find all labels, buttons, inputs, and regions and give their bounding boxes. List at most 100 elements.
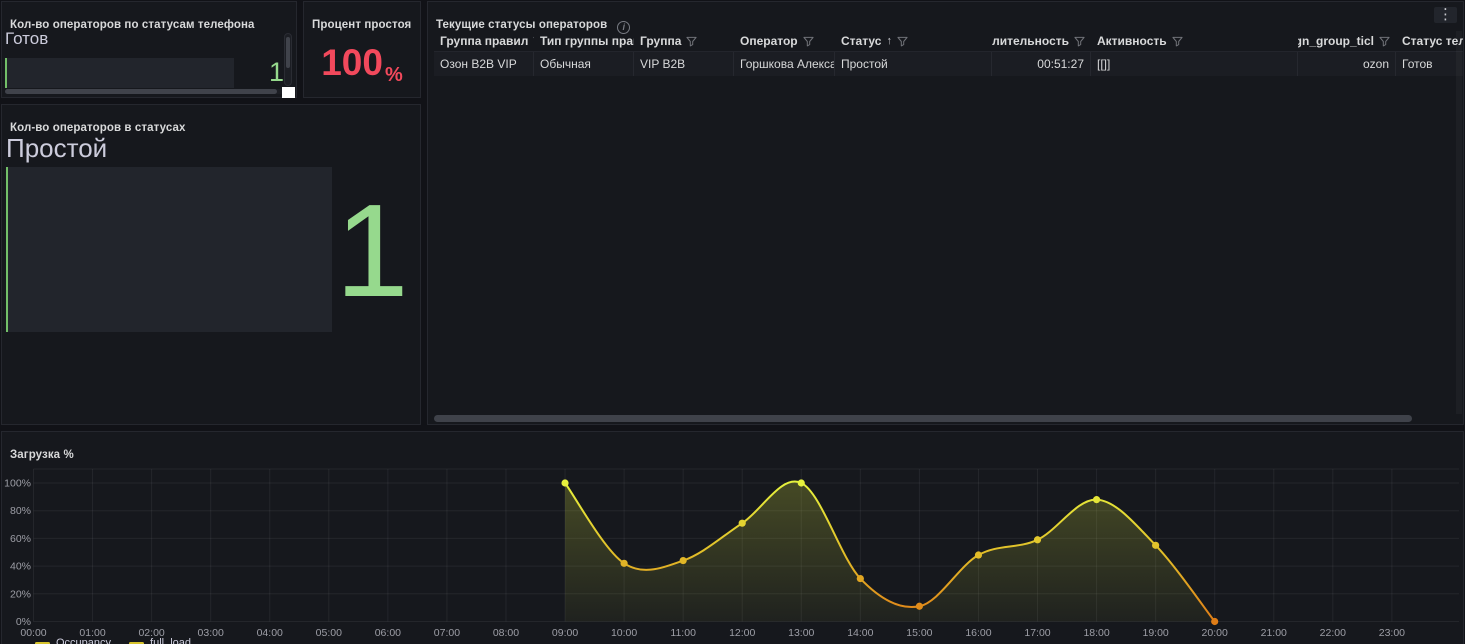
vertical-scrollbar[interactable]	[284, 33, 292, 86]
data-point-11:00[interactable]	[680, 557, 687, 564]
table-cell: [[]]	[1091, 52, 1298, 76]
legend-label: Occupancy	[56, 637, 111, 644]
x-tick-label: 22:00	[1320, 627, 1346, 639]
column-header-label: Статус теле	[1402, 34, 1463, 48]
sort-asc-icon[interactable]: ↑	[886, 35, 892, 47]
stat-value-wrap: 100 %	[304, 36, 420, 89]
table-horizontal-scrollbar[interactable]	[434, 415, 1412, 422]
x-tick-label: 15:00	[906, 627, 932, 639]
legend-label: full_load	[150, 637, 191, 644]
bar-gauge-track	[5, 58, 234, 88]
column-header-4[interactable]: Оператор	[734, 31, 835, 51]
x-tick-label: 19:00	[1142, 627, 1168, 639]
panel-title[interactable]: Кол-во операторов в статусах	[10, 122, 185, 134]
filter-icon[interactable]	[533, 36, 534, 47]
column-header-2[interactable]: Тип группы прав	[534, 31, 634, 51]
x-tick-label: 13:00	[788, 627, 814, 639]
operators-table: Группа правил Тип группы прав Группа Операт…	[434, 31, 1463, 76]
x-tick-label: 09:00	[552, 627, 578, 639]
panel-title-text: Текущие статусы операторов	[436, 19, 607, 31]
column-header-5[interactable]: Статус ↑	[835, 31, 992, 51]
column-header-label: Длительность	[992, 34, 1069, 48]
bar-gauge-fill	[6, 167, 8, 332]
column-header-1[interactable]: Группа правил	[434, 31, 534, 51]
panel-menu-icon[interactable]: ⋮	[1434, 7, 1457, 23]
data-point-14:00[interactable]	[857, 575, 864, 582]
data-point-16:00[interactable]	[975, 551, 982, 558]
table-cell: VIP B2B	[634, 52, 734, 76]
y-tick-label: 20%	[10, 588, 31, 600]
x-tick-label: 05:00	[316, 627, 342, 639]
bar-gauge-track	[6, 167, 332, 332]
y-tick-label: 80%	[10, 505, 31, 517]
horizontal-scrollbar[interactable]	[5, 89, 283, 94]
column-header-8[interactable]: assign_group_ticl	[1298, 31, 1396, 51]
data-point-10:00[interactable]	[621, 560, 628, 567]
data-point-17:00[interactable]	[1034, 536, 1041, 543]
x-tick-label: 21:00	[1261, 627, 1287, 639]
gauge-value: 1	[332, 175, 412, 325]
panel-phone-statuses: Кол-во операторов по статусам телефона Г…	[1, 1, 297, 98]
x-tick-label: 12:00	[729, 627, 755, 639]
data-point-18:00[interactable]	[1093, 496, 1100, 503]
column-header-label: Группа	[640, 34, 681, 48]
table-header-row: Группа правил Тип группы прав Группа Операт…	[434, 31, 1463, 52]
table-vertical-scrollbar[interactable]	[1456, 31, 1462, 414]
table-cell: Озон B2B VIP	[434, 52, 534, 76]
bar-gauge-fill	[5, 58, 7, 88]
x-tick-label: 14:00	[847, 627, 873, 639]
scrollbar-thumb[interactable]	[5, 89, 277, 94]
legend-item[interactable]: Occupancy	[35, 637, 111, 644]
data-point-09:00[interactable]	[561, 479, 568, 486]
panel-status-counts: Кол-во операторов в статусах Простой 1	[1, 104, 421, 425]
chart-legend: Occupancy full_load	[35, 637, 191, 644]
table-cell: 00:51:27	[992, 52, 1091, 76]
data-point-13:00[interactable]	[798, 479, 805, 486]
panel-load-chart: Загрузка % 0%20%40%60%80%100%00:0001:000…	[1, 431, 1464, 644]
filter-icon[interactable]	[897, 36, 908, 47]
data-point-12:00[interactable]	[739, 520, 746, 527]
panel-title[interactable]: Процент простоя	[312, 19, 411, 31]
x-tick-label: 18:00	[1083, 627, 1109, 639]
filter-icon[interactable]	[1379, 36, 1390, 47]
data-point-15:00[interactable]	[916, 603, 923, 610]
filter-icon[interactable]	[686, 36, 697, 47]
column-header-label: Активность	[1097, 34, 1167, 48]
column-header-label: Тип группы прав	[540, 34, 634, 48]
y-tick-label: 100%	[4, 478, 31, 490]
x-tick-label: 20:00	[1202, 627, 1228, 639]
x-tick-label: 08:00	[493, 627, 519, 639]
scrollbar-thumb[interactable]	[286, 37, 290, 68]
data-point-20:00[interactable]	[1211, 618, 1218, 625]
table-cell: Готов	[1396, 52, 1463, 76]
data-point-19:00[interactable]	[1152, 542, 1159, 549]
column-header-label: Оператор	[740, 34, 798, 48]
filter-icon[interactable]	[803, 36, 814, 47]
column-header-3[interactable]: Группа	[634, 31, 734, 51]
filter-icon[interactable]	[1074, 36, 1085, 47]
panel-idle-percent: Процент простоя 100 %	[303, 1, 421, 98]
column-header-label: Статус	[841, 34, 881, 48]
legend-item[interactable]: full_load	[129, 637, 191, 644]
panel-title[interactable]: Загрузка %	[10, 449, 74, 461]
column-header-7[interactable]: Активность	[1091, 31, 1298, 51]
table-cell: Обычная	[534, 52, 634, 76]
table-cell: Простой	[835, 52, 992, 76]
column-header-9[interactable]: Статус теле	[1396, 31, 1463, 51]
y-tick-label: 40%	[10, 561, 31, 573]
column-header-6[interactable]: Длительность	[992, 31, 1091, 51]
x-tick-label: 03:00	[198, 627, 224, 639]
table-row[interactable]: Озон B2B VIPОбычнаяVIP B2BГоршкова Алекс…	[434, 52, 1463, 76]
x-tick-label: 17:00	[1024, 627, 1050, 639]
gauge-label: Простой	[6, 133, 107, 164]
filter-icon[interactable]	[1172, 36, 1183, 47]
grafana-dashboard: Кол-во операторов по статусам телефона Г…	[0, 0, 1465, 644]
gauge-value: 1	[242, 57, 284, 88]
x-tick-label: 06:00	[375, 627, 401, 639]
panel-current-statuses: Текущие статусы операторовi ⋮ Группа пра…	[427, 1, 1464, 425]
gauge-label: Готов	[5, 29, 48, 49]
x-tick-label: 23:00	[1379, 627, 1405, 639]
x-tick-label: 10:00	[611, 627, 637, 639]
load-line-chart: 0%20%40%60%80%100%00:0001:0002:0003:0004…	[2, 432, 1463, 643]
stat-unit: %	[385, 61, 403, 89]
